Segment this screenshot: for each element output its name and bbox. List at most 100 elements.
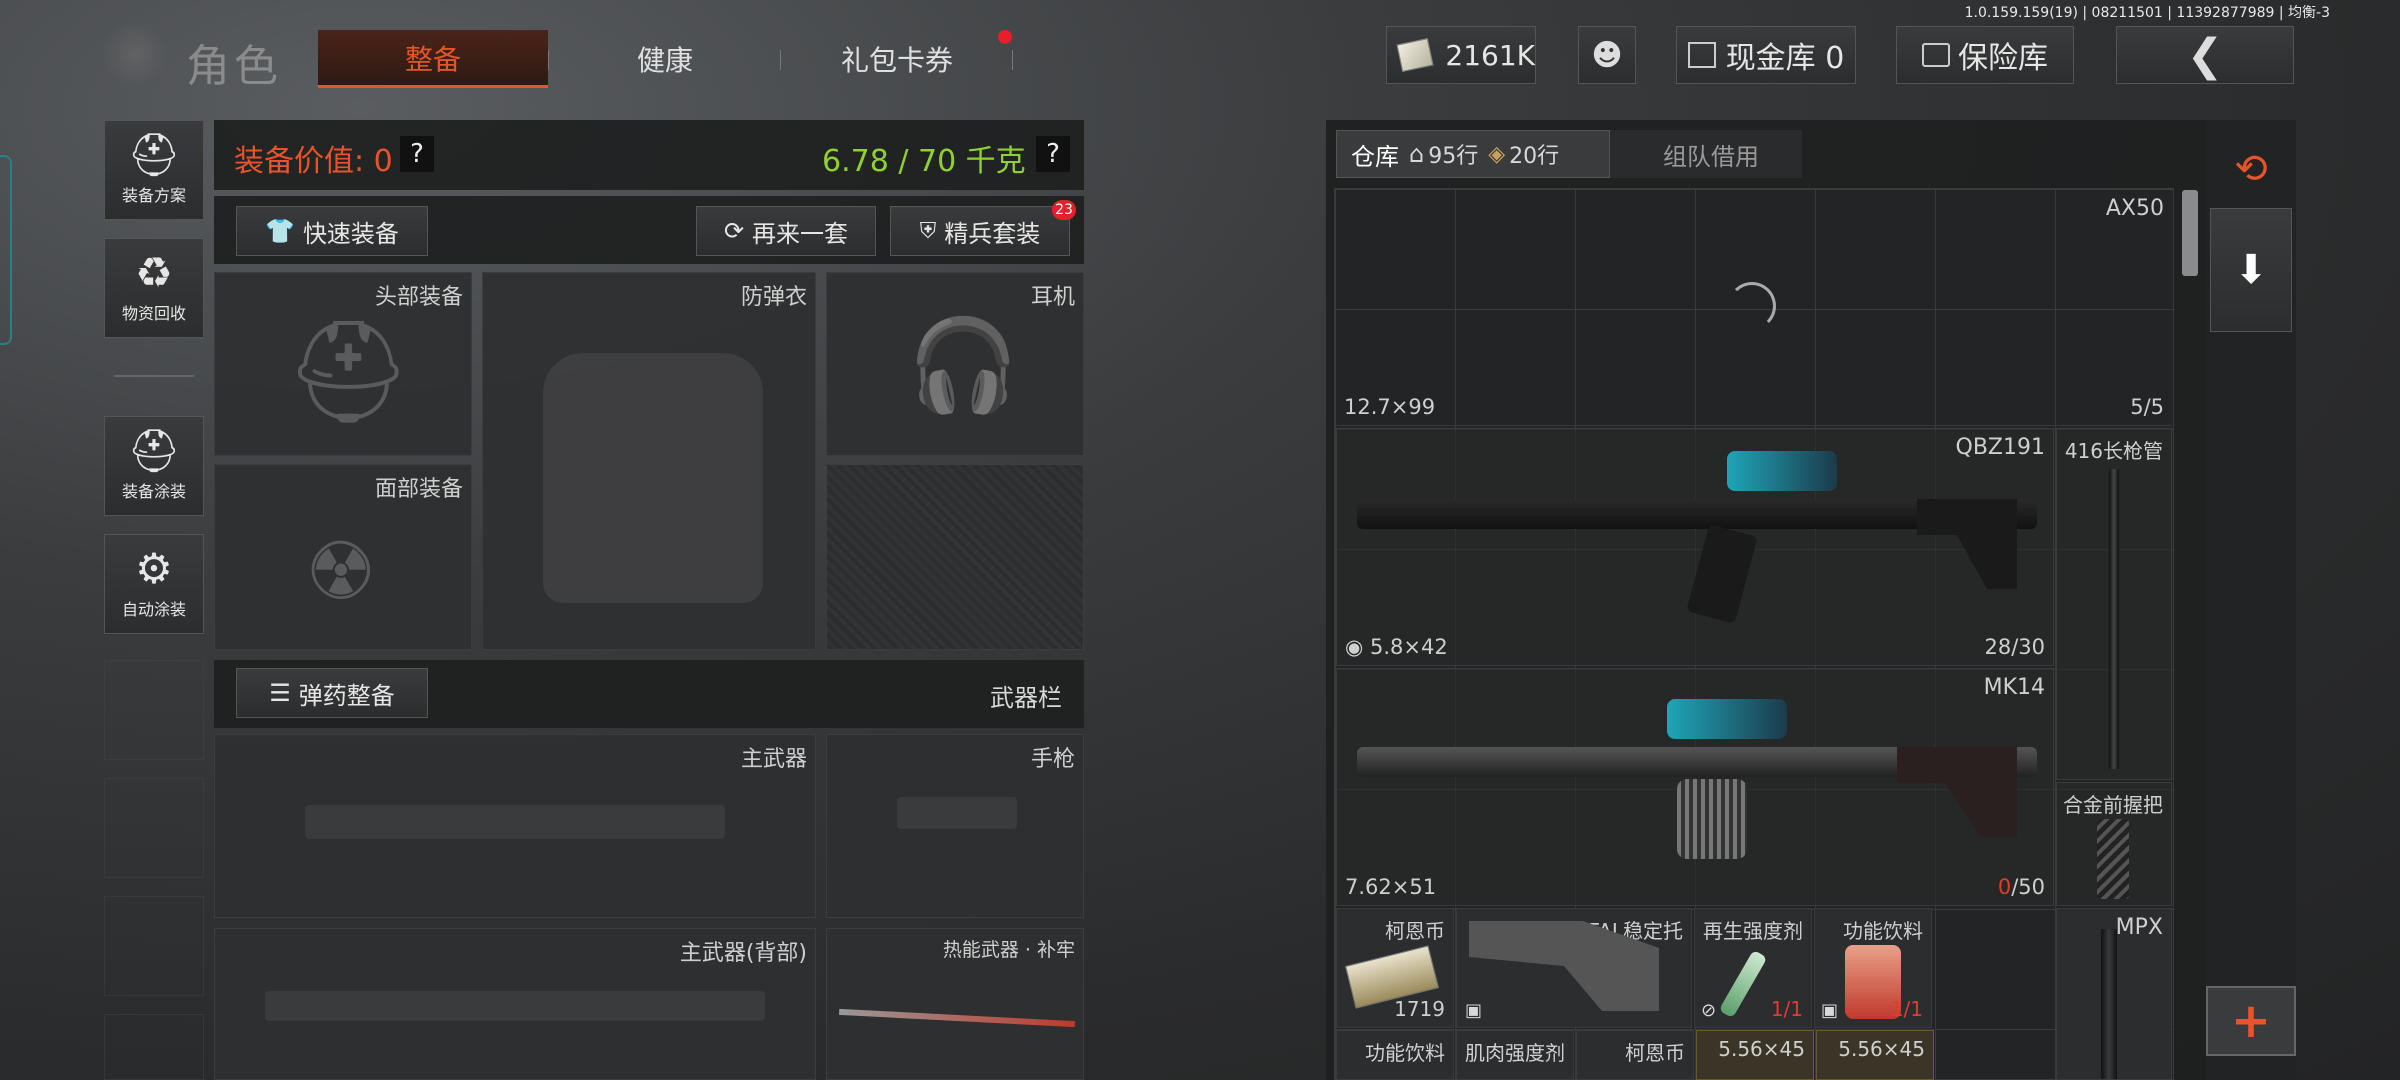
item-energy[interactable]: 功能饮料 ▣ 1/1 bbox=[1814, 908, 1932, 1028]
value-help-button[interactable]: ? bbox=[400, 136, 434, 172]
side-item-loadout-plan[interactable]: ⛑ 装备方案 bbox=[104, 120, 204, 220]
equipment-value: 装备价值: 0 bbox=[234, 144, 393, 179]
item-ammo: 12.7×99 bbox=[1344, 395, 1436, 419]
scope-image bbox=[1667, 699, 1787, 739]
item-416-barrel[interactable]: 416长枪管 bbox=[2056, 428, 2172, 780]
currency-display[interactable]: 2161K bbox=[1386, 26, 1536, 84]
rows-home: 95行 bbox=[1428, 144, 1479, 169]
item-mpx[interactable]: MPX bbox=[2056, 908, 2172, 1080]
slot-head[interactable]: 头部装备 ⛑ bbox=[214, 272, 472, 456]
safe-vault-label: 保险库 bbox=[1958, 41, 2048, 76]
helmet-icon: ⛑ bbox=[285, 313, 412, 430]
helmet-plan-icon: ⛑ bbox=[127, 130, 181, 179]
side-item-label: 物资回收 bbox=[121, 304, 186, 323]
slot-label: 主武器(背部) bbox=[679, 941, 807, 966]
left-edge-indicator bbox=[0, 155, 12, 345]
item-regen[interactable]: 再生强度剂 ⊘ 1/1 bbox=[1694, 908, 1812, 1028]
quick-equip-button[interactable]: 👕 快速装备 bbox=[236, 206, 428, 256]
item-name: 5.56×45 bbox=[1718, 1037, 1805, 1061]
stash-in-button[interactable]: ⬇ bbox=[2210, 208, 2292, 332]
slot-locked bbox=[826, 464, 1084, 650]
slot-melee[interactable]: 热能武器 · 补牢 bbox=[826, 928, 1084, 1080]
scope-image bbox=[1727, 451, 1837, 491]
item-name: 肌肉强度剂 bbox=[1465, 1041, 1565, 1065]
item-ammo-556[interactable]: 5.56×45 bbox=[1816, 1030, 1934, 1080]
item-name: 功能饮料 bbox=[1843, 919, 1923, 943]
agent-button[interactable]: ☻ bbox=[1578, 26, 1636, 84]
page-title: 角色 bbox=[186, 41, 282, 92]
item-mk14[interactable]: MK14 7.62×51 0/50 bbox=[1336, 668, 2054, 906]
side-item-auto-skin[interactable]: ⚙ 自动涂装 bbox=[104, 534, 204, 634]
stock-image bbox=[1897, 747, 2017, 837]
ticket-icon: ◈ bbox=[1488, 141, 1506, 167]
item-coin[interactable]: 柯恩币 1719 bbox=[1336, 908, 1454, 1028]
weight-display: 6.78 / 70 千克 bbox=[822, 144, 1026, 179]
mpx-image bbox=[2101, 929, 2117, 1079]
headset-icon: 🎧 bbox=[907, 313, 1020, 418]
slot-primary[interactable]: 主武器 bbox=[214, 734, 816, 918]
back-button[interactable]: ❮ bbox=[2116, 26, 2294, 84]
slot-pistol[interactable]: 手枪 bbox=[826, 734, 1084, 918]
cash-vault-button[interactable]: 现金库 0 bbox=[1676, 26, 1856, 84]
tab-storage[interactable]: 仓库 ⌂ 95行 ◈ 20行 bbox=[1336, 130, 1610, 178]
item-coin-2[interactable]: 柯恩币 bbox=[1576, 1030, 1694, 1080]
storage-scrollbar[interactable] bbox=[2182, 190, 2198, 276]
vault-icon bbox=[1687, 42, 1716, 68]
ammo-icon: ☰ bbox=[269, 679, 291, 707]
top-nav: 角色 整备 健康 礼包卡券 2161K ☻ 现金库 0 保险库 ❮ bbox=[100, 20, 2300, 92]
item-alloy-grip[interactable]: 合金前握把 bbox=[2056, 782, 2172, 906]
sort-layers-button[interactable]: ⟲ bbox=[2206, 134, 2296, 204]
empty-slot bbox=[104, 778, 204, 878]
slot-label: 主武器 bbox=[740, 747, 807, 772]
item-name: AX50 bbox=[2105, 196, 2164, 221]
tab-health[interactable]: 健康 bbox=[550, 30, 780, 88]
tab-gifts[interactable]: 礼包卡券 bbox=[782, 30, 1012, 88]
add-button[interactable]: + bbox=[2206, 986, 2296, 1056]
layers-refresh-icon: ⟲ bbox=[2234, 146, 2268, 192]
gas-mask-icon: ☢ bbox=[305, 525, 377, 618]
slot-face[interactable]: 面部装备 ☢ bbox=[214, 464, 472, 650]
item-ammo-556[interactable]: 5.56×45 bbox=[1696, 1030, 1814, 1080]
magazine-image bbox=[1686, 524, 1758, 624]
side-item-skin[interactable]: ⛑ 装备涂装 bbox=[104, 416, 204, 516]
slot-label: 防弹衣 bbox=[740, 285, 807, 310]
stock-image bbox=[1917, 499, 2017, 589]
tab-team-borrow[interactable]: 组队借用 bbox=[1620, 130, 1802, 178]
again-set-label: 再来一套 bbox=[752, 219, 849, 248]
tab-divider bbox=[1012, 50, 1013, 70]
tab-divider bbox=[548, 50, 549, 70]
item-count: 1719 bbox=[1394, 997, 1445, 1021]
barrel-image bbox=[2109, 469, 2119, 769]
tab-loadout[interactable]: 整备 bbox=[318, 30, 548, 88]
item-energy-2[interactable]: 功能饮料 bbox=[1336, 1030, 1454, 1080]
item-name: MPX bbox=[2115, 915, 2163, 940]
weight-help-button[interactable]: ? bbox=[1036, 136, 1070, 172]
slot-headset[interactable]: 耳机 🎧 bbox=[826, 272, 1084, 456]
helmet-skin-icon: ⛑ bbox=[127, 426, 181, 475]
katana-icon bbox=[839, 1008, 1075, 1028]
slot-armor[interactable]: 防弹衣 bbox=[482, 272, 816, 650]
cash-icon bbox=[1396, 37, 1434, 73]
elite-set-button[interactable]: ⛨ 精兵套装 bbox=[890, 206, 1070, 256]
slot-primary-back[interactable]: 主武器(背部) bbox=[214, 928, 816, 1080]
notification-dot bbox=[998, 30, 1012, 44]
cash-vault-label: 现金库 0 bbox=[1725, 41, 1845, 76]
item-name: 5.56×45 bbox=[1838, 1037, 1925, 1061]
item-ax50[interactable]: AX50 12.7×99 5/5 bbox=[1336, 190, 2172, 426]
item-name: 416长枪管 bbox=[2064, 439, 2163, 463]
item-qbz191[interactable]: QBZ191 ◉ 5.8×42 28/30 bbox=[1336, 428, 2054, 666]
side-item-recycle[interactable]: ♻ 物资回收 bbox=[104, 238, 204, 338]
item-count: 28/30 bbox=[1984, 635, 2045, 659]
item-name: MK14 bbox=[1983, 675, 2045, 700]
item-count: 1/1 bbox=[1890, 997, 1923, 1021]
version-info: 1.0.159.159(19) | 08211501 | 11392877989… bbox=[1964, 5, 2330, 21]
safe-vault-button[interactable]: 保险库 bbox=[1896, 26, 2074, 84]
again-set-button[interactable]: ⟳ 再来一套 bbox=[696, 206, 876, 256]
ammo-toolbar: ☰ 弹药整备 武器栏 bbox=[214, 660, 1084, 728]
item-name: 功能饮料 bbox=[1365, 1041, 1445, 1065]
slot-label: 头部装备 bbox=[374, 285, 463, 310]
item-fal-stock[interactable]: FAL稳定托 ▣ bbox=[1456, 908, 1692, 1028]
ammo-button[interactable]: ☰ 弹药整备 bbox=[236, 668, 428, 718]
side-menu: ⛑ 装备方案 ♻ 物资回收 ⛑ 装备涂装 ⚙ 自动涂装 bbox=[104, 120, 204, 1080]
item-muscle[interactable]: 肌肉强度剂 bbox=[1456, 1030, 1574, 1080]
